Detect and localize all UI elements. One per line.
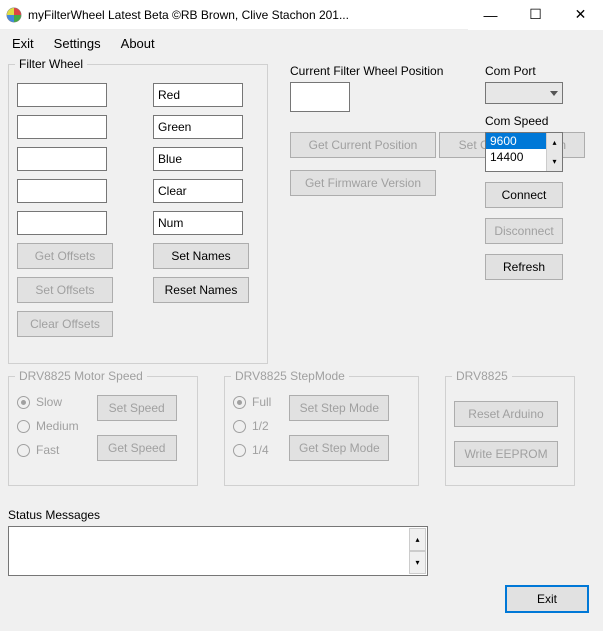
set-step-mode-button[interactable]: Set Step Mode [289,395,389,421]
window-title: myFilterWheel Latest Beta ©RB Brown, Cli… [28,8,468,22]
name-4-input[interactable] [153,211,243,235]
name-1-input[interactable] [153,115,243,139]
menu-settings[interactable]: Settings [54,36,101,51]
offset-0-input[interactable] [17,83,107,107]
menu-exit[interactable]: Exit [12,36,34,51]
status-messages[interactable]: ▴ ▾ [8,526,428,576]
offset-4-input[interactable] [17,211,107,235]
app-icon [6,7,22,23]
com-port-select[interactable] [485,82,563,104]
name-0-input[interactable] [153,83,243,107]
close-button[interactable]: ✕ [558,0,603,30]
drv8825-label: DRV8825 [452,369,512,383]
offset-3-input[interactable] [17,179,107,203]
com-speed-list[interactable]: 9600 14400 ▴ ▾ [485,132,563,172]
step-quarter-radio[interactable]: 1/4 [233,443,271,457]
filter-wheel-group: Filter Wheel Get Offsets Set Offsets Cle… [8,64,268,364]
reset-names-button[interactable]: Reset Names [153,277,249,303]
firmware-button[interactable]: Get Firmware Version [290,170,436,196]
step-mode-label: DRV8825 StepMode [231,369,349,383]
disconnect-button[interactable]: Disconnect [485,218,563,244]
get-offsets-button[interactable]: Get Offsets [17,243,113,269]
write-eeprom-button[interactable]: Write EEPROM [454,441,558,467]
offset-1-input[interactable] [17,115,107,139]
step-half-radio[interactable]: 1/2 [233,419,271,433]
menu-about[interactable]: About [121,36,155,51]
drv8825-group: DRV8825 Reset Arduino Write EEPROM [445,376,575,486]
reset-arduino-button[interactable]: Reset Arduino [454,401,558,427]
titlebar: myFilterWheel Latest Beta ©RB Brown, Cli… [0,0,603,30]
motor-speed-group: DRV8825 Motor Speed Slow Medium Fast Set… [8,376,198,486]
status-up-button[interactable]: ▴ [409,528,426,551]
refresh-button[interactable]: Refresh [485,254,563,280]
com-port-label: Com Port [485,64,603,78]
set-names-button[interactable]: Set Names [153,243,249,269]
clear-offsets-button[interactable]: Clear Offsets [17,311,113,337]
motor-speed-label: DRV8825 Motor Speed [15,369,147,383]
offset-2-input[interactable] [17,147,107,171]
position-input[interactable] [290,82,350,112]
speed-down-button[interactable]: ▾ [546,152,562,171]
com-speed-label: Com Speed [485,114,603,128]
speed-up-button[interactable]: ▴ [546,133,562,152]
step-full-radio[interactable]: Full [233,395,271,409]
connect-button[interactable]: Connect [485,182,563,208]
get-position-button[interactable]: Get Current Position [290,132,436,158]
get-speed-button[interactable]: Get Speed [97,435,177,461]
step-mode-group: DRV8825 StepMode Full 1/2 1/4 Set Step M… [224,376,419,486]
get-step-mode-button[interactable]: Get Step Mode [289,435,389,461]
speed-slow-radio[interactable]: Slow [17,395,79,409]
status-label: Status Messages [8,508,428,522]
status-down-button[interactable]: ▾ [409,551,426,574]
set-offsets-button[interactable]: Set Offsets [17,277,113,303]
name-3-input[interactable] [153,179,243,203]
name-2-input[interactable] [153,147,243,171]
speed-medium-radio[interactable]: Medium [17,419,79,433]
set-speed-button[interactable]: Set Speed [97,395,177,421]
exit-button[interactable]: Exit [505,585,589,613]
speed-fast-radio[interactable]: Fast [17,443,79,457]
minimize-button[interactable]: — [468,0,513,30]
maximize-button[interactable]: ☐ [513,0,558,30]
menubar: Exit Settings About [0,30,603,56]
filter-wheel-label: Filter Wheel [15,57,87,71]
